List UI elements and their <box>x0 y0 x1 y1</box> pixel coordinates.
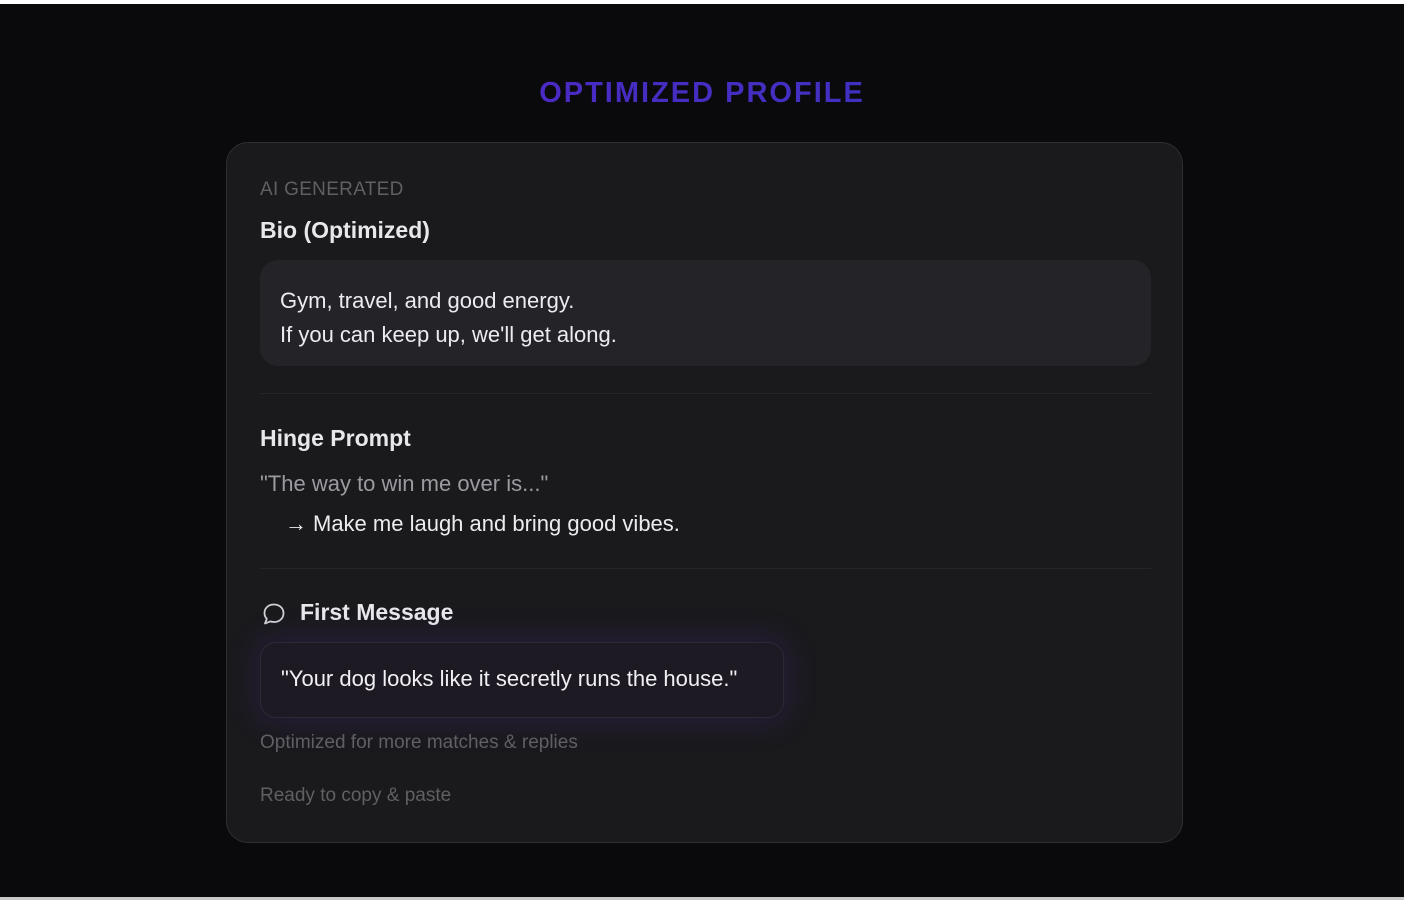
bio-line: Gym, travel, and good energy. <box>280 288 575 313</box>
bio-line: If you can keep up, we'll get along. <box>280 322 617 347</box>
first-message-section-title: First Message <box>300 599 454 625</box>
page-title: OPTIMIZED PROFILE <box>0 74 1404 112</box>
ai-generated-label: AI GENERATED <box>260 179 404 200</box>
bio-section-title: Bio (Optimized) <box>260 217 430 243</box>
hinge-prompt-section-title: Hinge Prompt <box>260 425 411 451</box>
section-divider <box>260 568 1151 569</box>
bio-text-box[interactable]: Gym, travel, and good energy. If you can… <box>260 260 1151 366</box>
arrow-right-icon: → <box>285 511 307 536</box>
first-message-box[interactable]: "Your dog looks like it secretly runs th… <box>260 642 784 718</box>
copy-ready-status: Ready to copy & paste <box>260 785 452 806</box>
chat-bubble-icon <box>263 603 285 625</box>
section-divider <box>260 393 1151 394</box>
hinge-prompt-answer[interactable]: → Make me laugh and bring good vibes. <box>285 511 680 537</box>
hinge-prompt-answer-text: Make me laugh and bring good vibes. <box>313 511 680 536</box>
profile-card: AI GENERATED Bio (Optimized) Gym, travel… <box>226 142 1183 843</box>
hinge-prompt-question: "The way to win me over is..." <box>260 471 549 496</box>
optimization-note: Optimized for more matches & replies <box>260 732 578 753</box>
app-viewport: OPTIMIZED PROFILE AI GENERATED Bio (Opti… <box>0 4 1404 897</box>
